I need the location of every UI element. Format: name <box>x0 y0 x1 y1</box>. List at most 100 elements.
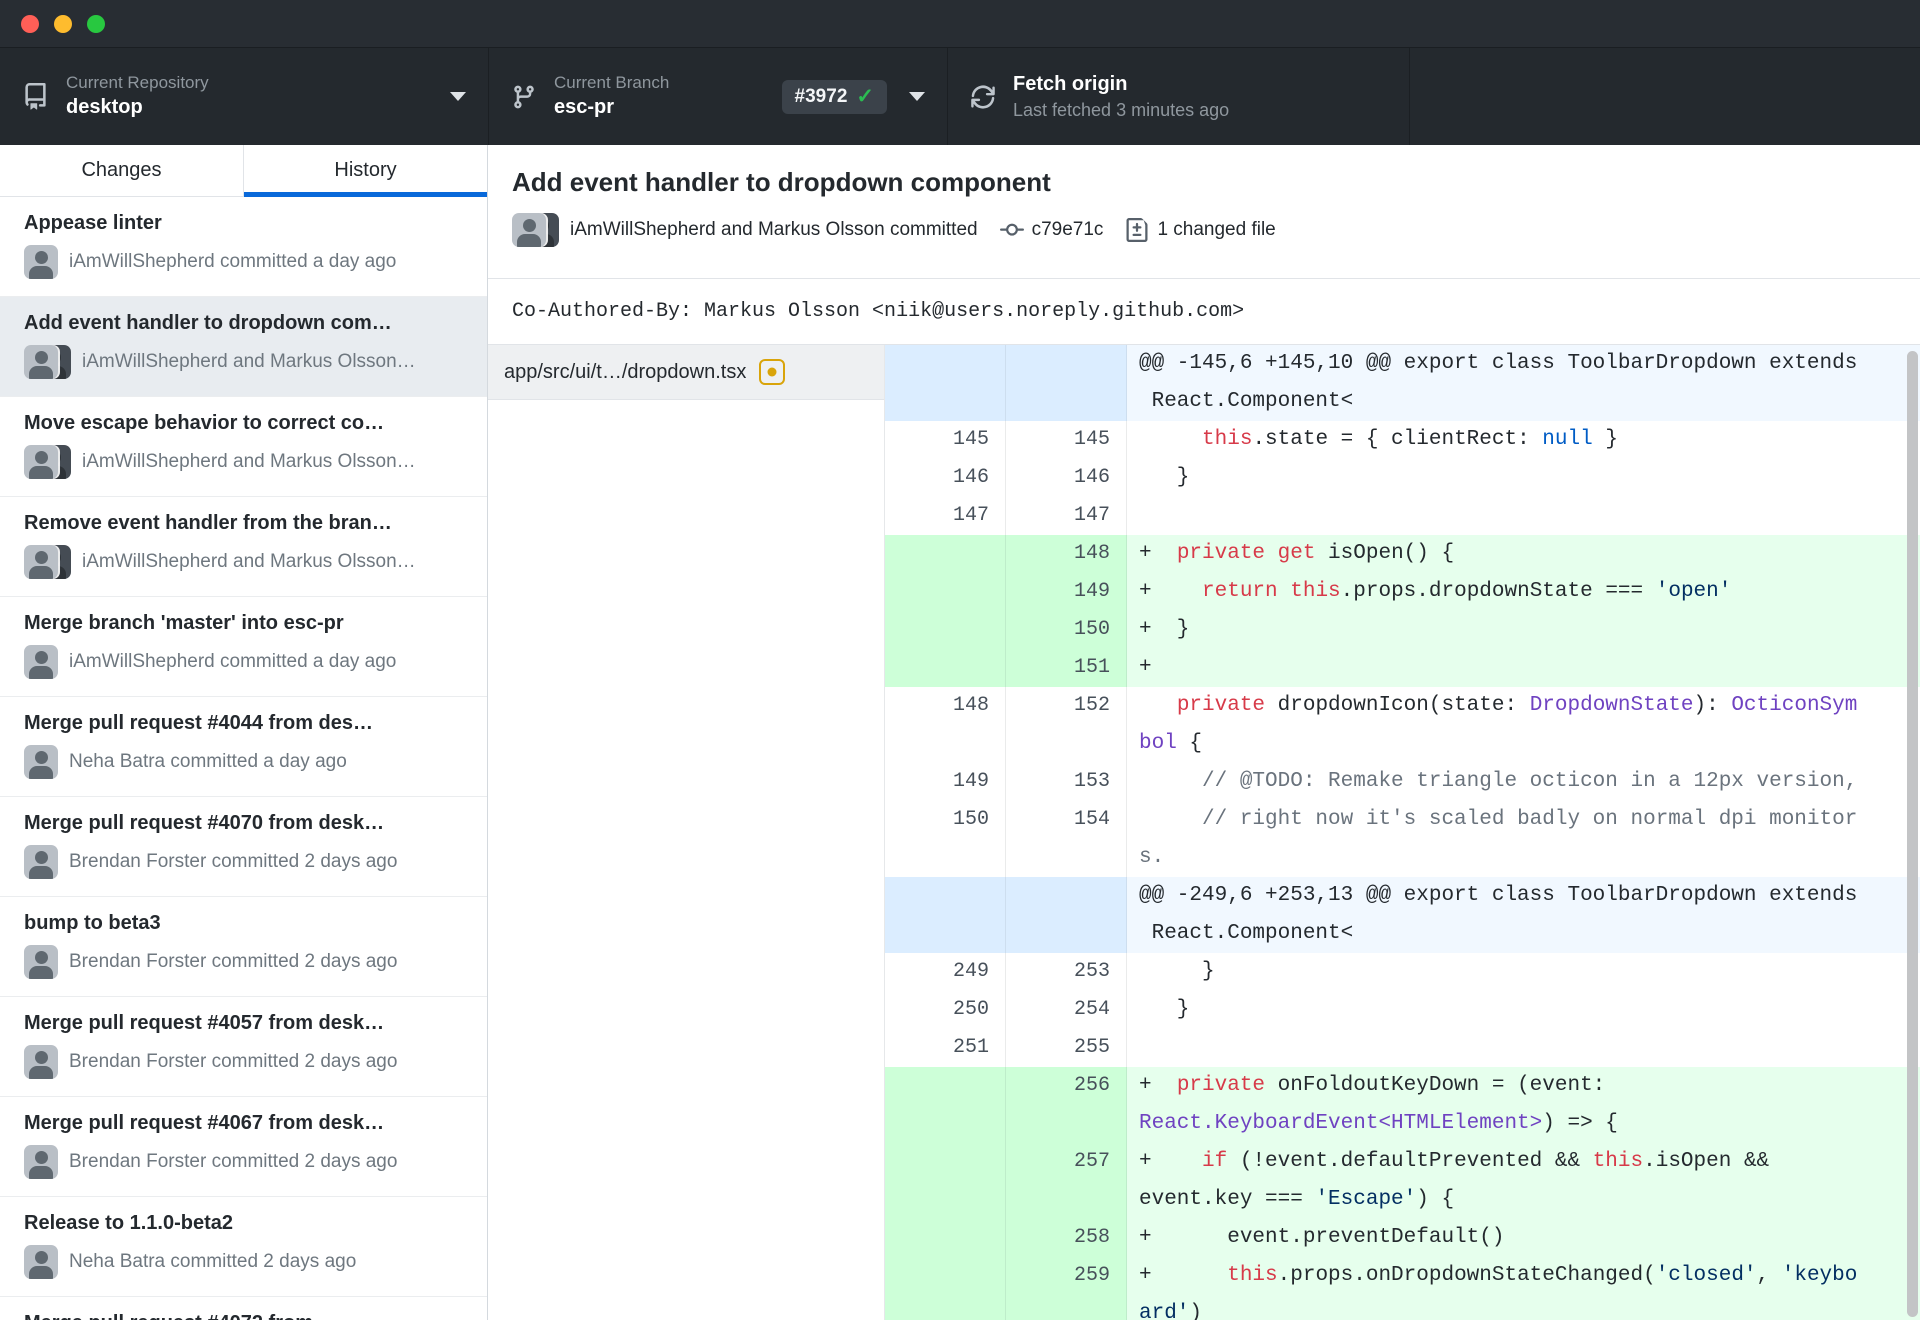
tab-changes[interactable]: Changes <box>0 145 243 196</box>
diff-code-line: private dropdownIcon(state: DropdownStat… <box>1176 694 1858 717</box>
current-branch-button[interactable]: Current Branch esc-pr #3972 ✓ <box>488 48 947 145</box>
zoom-window-button[interactable] <box>87 14 105 33</box>
commit-item-byline: Neha Batra committed a day ago <box>69 751 347 772</box>
diff-row: 150 154 // right now it's scaled badly on… <box>885 801 1920 877</box>
modified-file-icon <box>759 359 786 385</box>
diff-scrollbar-thumb[interactable] <box>1907 351 1918 1317</box>
diff-code-line: + private onFoldoutKeyDown = (event: <box>1139 1074 1618 1097</box>
chevron-down-icon <box>450 92 466 101</box>
diff-row: 150 + } <box>885 611 1920 649</box>
avatar <box>24 245 58 279</box>
pull-request-badge[interactable]: #3972 ✓ <box>781 79 887 114</box>
commit-item-title: Move escape behavior to correct co… <box>24 412 385 434</box>
commit-list-item[interactable]: Move escape behavior to correct co… iAmWi… <box>0 397 487 497</box>
commit-list-item[interactable]: Merge pull request #4057 from desk… Brend… <box>0 997 487 1097</box>
commit-list-item[interactable]: Merge pull request #4070 from desk… Brend… <box>0 797 487 897</box>
commit-item-title: Appease linter <box>24 212 162 234</box>
diff-row: 149 + return this.props.dropdownState ===… <box>885 573 1920 611</box>
chevron-down-icon <box>909 92 925 101</box>
commit-item-title: Merge branch 'master' into esc-pr <box>24 612 344 634</box>
diff-old-line-number: 150 <box>885 801 1006 877</box>
diff-new-line-number: 154 <box>1006 801 1127 877</box>
commit-detail: Add event handler to dropdown component … <box>488 145 1920 1320</box>
avatar <box>24 545 58 579</box>
commit-list-item[interactable]: Release to 1.1.0-beta2 Neha Batra committ… <box>0 1197 487 1297</box>
commit-list-item[interactable]: Merge pull request #4044 from des… Neha B… <box>0 697 487 797</box>
diff-row: 258 + event.preventDefault() <box>885 1219 1920 1257</box>
diff-new-line-number: 256 <box>1006 1067 1127 1143</box>
avatar <box>512 213 546 247</box>
commit-item-title: Add event handler to dropdown com… <box>24 312 392 334</box>
diff-code-line: event.key === 'Escape') { <box>1139 1188 1455 1211</box>
fetch-origin-title: Fetch origin <box>1013 72 1128 95</box>
diff-code-line: + return this.props.dropdownState === 'o… <box>1139 580 1732 603</box>
commit-item-byline: iAmWillShepherd and Markus Olsson… <box>82 351 416 372</box>
diff-code-line <box>1139 1029 1920 1067</box>
commit-avatars <box>24 245 58 279</box>
diff-code-line: bol { <box>1139 732 1203 755</box>
tab-history[interactable]: History <box>243 145 487 197</box>
diff-new-line-number: 149 <box>1006 573 1127 611</box>
commit-title: Add event handler to dropdown component <box>512 167 1051 197</box>
commit-authors: iAmWillShepherd and Markus Olsson commit… <box>570 219 978 240</box>
diff-code <box>1127 497 1920 535</box>
diff-code-line: ard') <box>1139 1302 1203 1320</box>
changed-file-name: app/src/ui/t…/dropdown.tsx <box>504 360 747 383</box>
commit-item-byline: iAmWillShepherd and Markus Olsson… <box>82 451 416 472</box>
diff-row: 250 254 } <box>885 991 1920 1029</box>
commit-item-meta: Neha Batra committed 2 days ago <box>24 1245 463 1279</box>
avatar <box>24 745 58 779</box>
changed-files-group: 1 changed file <box>1125 218 1276 242</box>
git-commit-icon <box>999 223 1024 236</box>
diff-old-line-number: 148 <box>885 687 1006 763</box>
commit-list-item[interactable]: bump to beta3 Brendan Forster committed 2… <box>0 897 487 997</box>
commit-meta: iAmWillShepherd and Markus Olsson commit… <box>512 213 1892 247</box>
commit-list-item[interactable]: Merge pull request #4067 from desk… Brend… <box>0 1097 487 1197</box>
changed-files-count: 1 changed file <box>1157 219 1276 240</box>
diff-code-line: + private get isOpen() { <box>1139 542 1455 565</box>
sidebar-tabs: Changes History <box>0 145 487 197</box>
commit-avatars <box>24 645 58 679</box>
diff-old-line-number <box>885 1067 1006 1143</box>
changed-file-row[interactable]: app/src/ui/t…/dropdown.tsx <box>488 345 884 400</box>
commit-list-item[interactable]: Merge pull request #4072 from…Brendan Fo… <box>0 1297 487 1320</box>
diff-old-line-number <box>885 1143 1006 1219</box>
fetch-origin-subtitle: Last fetched 3 minutes ago <box>1013 99 1230 120</box>
current-repository-button[interactable]: Current Repository desktop <box>0 48 488 145</box>
current-branch-value: esc-pr <box>554 96 615 118</box>
diff-code-line: React.Component< <box>1139 922 1354 945</box>
commit-list-item[interactable]: Appease linter iAmWillShepherd committed … <box>0 197 487 297</box>
fetch-origin-button[interactable]: Fetch origin Last fetched 3 minutes ago <box>947 48 1410 145</box>
diff-row: 259 + this.props.onDropdownStateChanged('… <box>885 1257 1920 1320</box>
diff-row: @@ -145,6 +145,10 @@ export class Toolba… <box>885 345 1920 421</box>
commit-sha-group: c79e71c <box>999 218 1103 242</box>
diff-code: // @TODO: Remake triangle octicon in a 1… <box>1127 763 1920 801</box>
commit-item-title: Merge pull request #4072 from… <box>24 1311 463 1320</box>
commit-item-title: Release to 1.1.0-beta2 <box>24 1212 233 1234</box>
commit-item-title: Merge pull request #4067 from desk… <box>24 1112 385 1134</box>
toolbar: Current Repository desktop Current Branc… <box>0 48 1920 145</box>
file-diff-icon <box>1126 218 1148 242</box>
close-window-button[interactable] <box>21 14 39 33</box>
minimize-window-button[interactable] <box>54 14 72 33</box>
commit-author-avatars <box>512 213 559 247</box>
diff-row: 257 + if (!event.defaultPrevented && this… <box>885 1143 1920 1219</box>
current-branch-label: Current Branch <box>554 73 670 92</box>
diff-code-line: + this.props.onDropdownStateChanged('clo… <box>1139 1264 1858 1287</box>
commit-item-meta: iAmWillShepherd and Markus Olsson… <box>24 545 463 579</box>
ci-check-icon: ✓ <box>856 85 874 108</box>
commit-avatars <box>24 545 71 579</box>
commit-list-item[interactable]: Merge branch 'master' into esc-pr iAmWill… <box>0 597 487 697</box>
commit-list-item[interactable]: Remove event handler from the bran… iAmWi… <box>0 497 487 597</box>
current-repository-value: desktop <box>66 96 143 118</box>
diff-new-line-number: 147 <box>1006 497 1127 535</box>
commit-item-meta: iAmWillShepherd and Markus Olsson… <box>24 445 463 479</box>
commit-avatars <box>24 445 71 479</box>
commit-item-meta: Brendan Forster committed 2 days ago <box>24 945 463 979</box>
commit-list-item[interactable]: Add event handler to dropdown com… iAmWil… <box>0 297 487 397</box>
commit-item-byline: iAmWillShepherd committed a day ago <box>69 251 397 272</box>
avatar <box>24 1145 58 1179</box>
commit-item-meta: iAmWillShepherd committed a day ago <box>24 245 463 279</box>
sync-icon <box>970 84 996 110</box>
diff-row: 251 255 <box>885 1029 1920 1067</box>
